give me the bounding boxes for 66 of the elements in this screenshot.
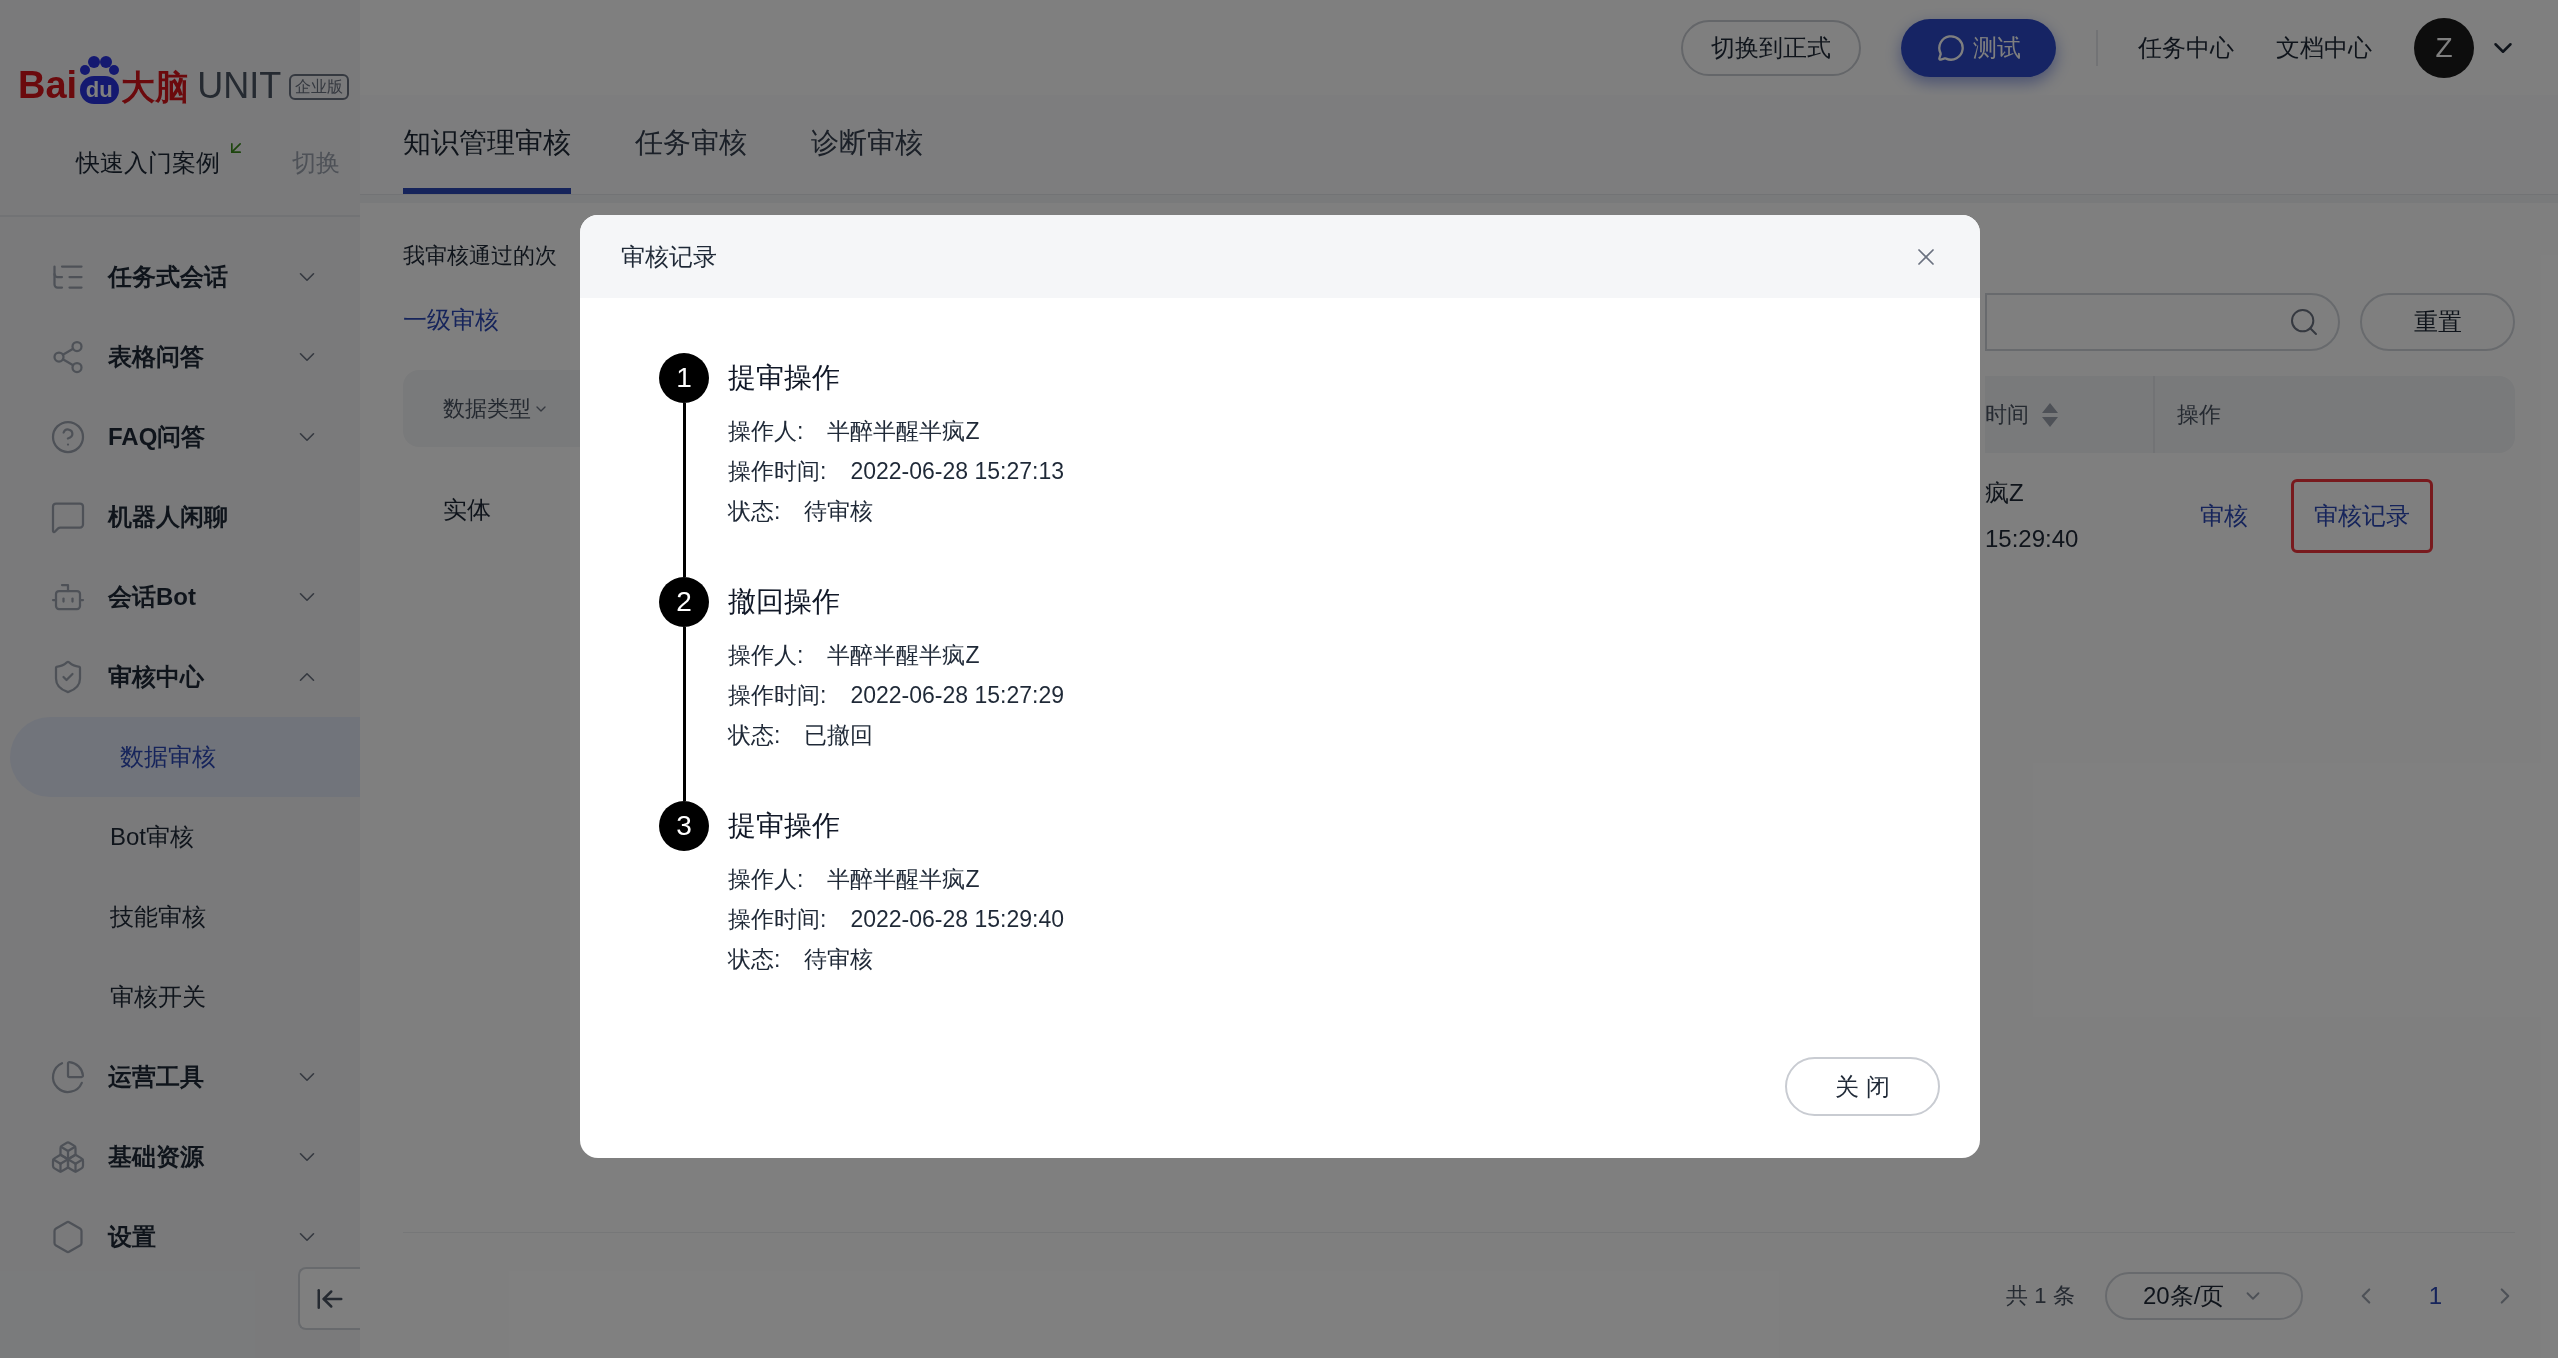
page-number[interactable]: 1	[2408, 1277, 2462, 1314]
field-value: 待审核	[804, 945, 874, 974]
logo-text: du	[79, 76, 119, 104]
step-number: 3	[659, 801, 709, 851]
field-value: 2022-06-28 15:27:29	[850, 681, 1064, 710]
test-button[interactable]: 测试	[1901, 18, 2056, 77]
logo-text: UNIT	[197, 68, 282, 104]
dialog-title: 审核记录	[621, 241, 718, 272]
field-label: 状态:	[728, 721, 781, 750]
tab[interactable]: 任务审核	[635, 122, 747, 194]
field-value: 已撤回	[804, 721, 874, 750]
sidebar-item[interactable]: 审核中心	[0, 637, 360, 717]
field-label: 操作人:	[728, 865, 804, 894]
field-value: 半醉半醒半疯Z	[827, 641, 980, 670]
sidebar-item[interactable]: 表格问答	[0, 317, 360, 397]
sidebar-item[interactable]: 机器人闲聊	[0, 477, 360, 557]
page-size-select[interactable]: 20条/页	[2104, 1271, 2303, 1320]
column-header[interactable]: 数据类型	[443, 392, 531, 425]
sidebar-item[interactable]: FAQ问答	[0, 397, 360, 477]
close-button[interactable]: 关 闭	[1785, 1057, 1940, 1116]
level-tab[interactable]: 一级审核	[403, 302, 499, 338]
sidebar-subitem[interactable]: 审核开关	[0, 957, 360, 1037]
logo-text: 大脑	[121, 70, 190, 104]
field-label: 操作时间:	[728, 905, 827, 934]
table-cell-text: 实体	[443, 494, 491, 525]
stats-text: 我审核通过的次	[403, 242, 558, 270]
field-label: 状态:	[728, 945, 781, 974]
table-cell-text: 疯Z	[1985, 477, 2025, 508]
action-link[interactable]: 审核	[2177, 478, 2271, 553]
edition-badge: 企业版	[289, 74, 350, 100]
column-header: 时间	[1985, 401, 2029, 429]
step-number: 1	[659, 353, 709, 403]
step-title: 撤回操作	[728, 585, 841, 619]
field-label: 操作时间:	[728, 457, 827, 486]
table-cell-text: 15:29:40	[1985, 523, 2080, 554]
column-header: 操作	[2177, 401, 2221, 429]
logo-text: Bai	[18, 66, 78, 104]
field-value: 2022-06-28 15:29:40	[850, 905, 1064, 934]
header-link[interactable]: 任务中心	[2138, 29, 2234, 66]
field-label: 状态:	[728, 497, 781, 526]
total-count: 共 1 条	[2006, 1282, 2075, 1310]
sidebar-subitem[interactable]: 技能审核	[0, 877, 360, 957]
header-link[interactable]: 文档中心	[2276, 29, 2372, 66]
tab[interactable]: 知识管理审核	[403, 122, 571, 194]
field-label: 操作时间:	[728, 681, 827, 710]
step-number: 2	[659, 577, 709, 627]
sidebar-subitem[interactable]: 数据审核	[10, 717, 360, 797]
tab[interactable]: 诊断审核	[811, 122, 923, 194]
step-title: 提审操作	[728, 361, 841, 395]
sidebar-item[interactable]: 基础资源	[0, 1117, 360, 1197]
field-value: 待审核	[804, 497, 874, 526]
user-avatar[interactable]: Z	[2414, 17, 2474, 78]
sidebar-item[interactable]: 运营工具	[0, 1037, 360, 1117]
sidebar-subitem[interactable]: Bot审核	[0, 797, 360, 877]
sidebar-item[interactable]: 任务式会话	[0, 237, 360, 317]
field-value: 2022-06-28 15:27:13	[850, 457, 1064, 486]
action-link[interactable]: 审核记录	[2291, 478, 2433, 553]
quick-start-link[interactable]: 快速入门案例	[76, 144, 220, 181]
field-label: 操作人:	[728, 641, 804, 670]
field-value: 半醉半醒半疯Z	[827, 865, 980, 894]
field-label: 操作人:	[728, 417, 804, 446]
field-value: 半醉半醒半疯Z	[827, 417, 980, 446]
step-title: 提审操作	[728, 809, 841, 843]
switch-button[interactable]: 切换到正式	[1681, 19, 1861, 76]
sidebar-item[interactable]: 会话Bot	[0, 557, 360, 637]
reset-button[interactable]: 重置	[2360, 293, 2515, 351]
